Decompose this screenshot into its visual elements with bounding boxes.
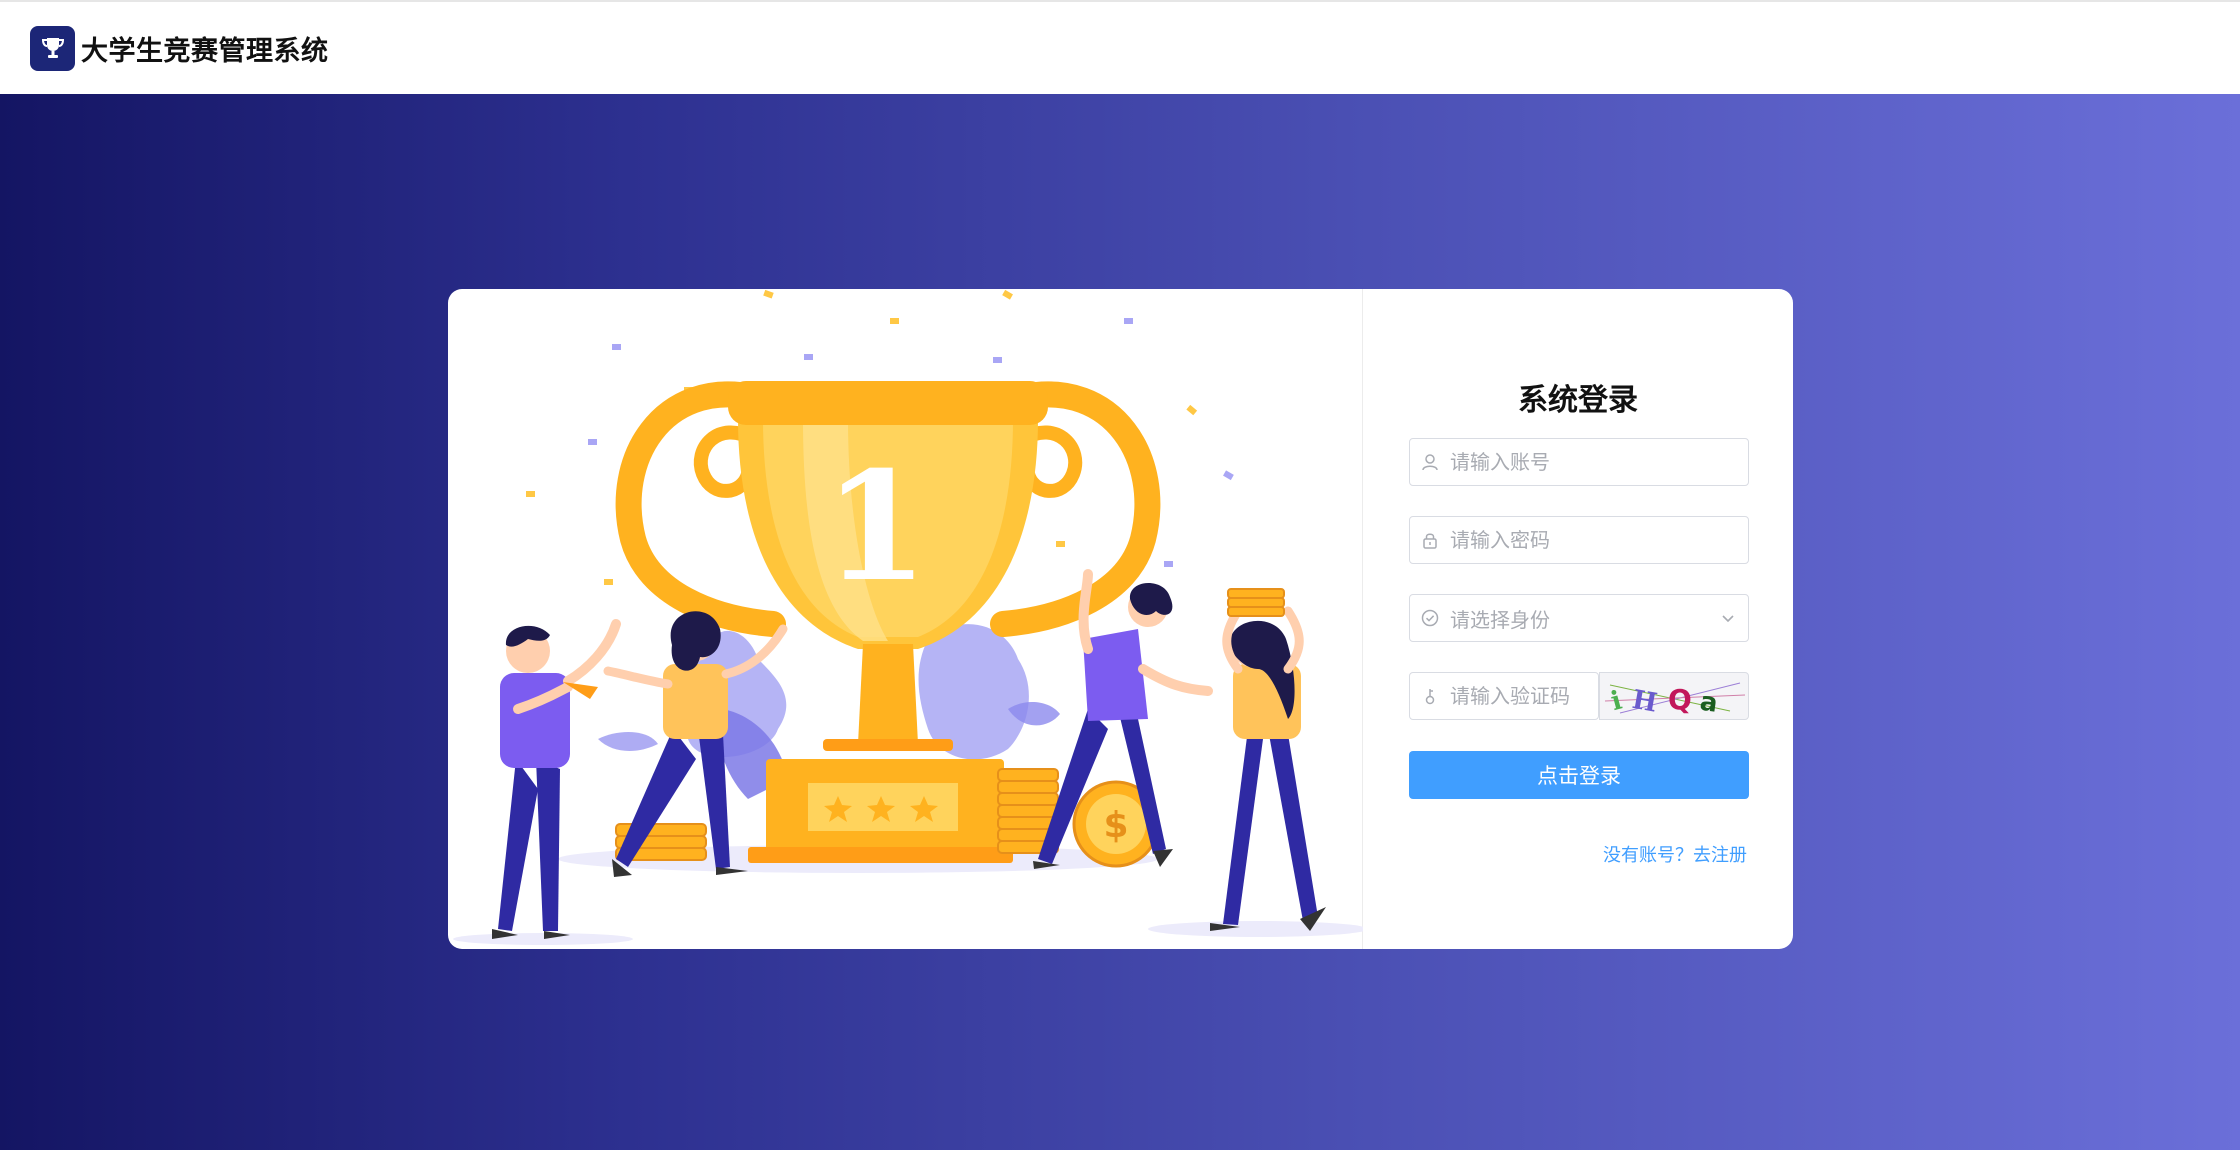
role-select[interactable]: 请选择身份	[1409, 594, 1749, 642]
top-bar: 大学生竞赛管理系统	[0, 0, 2240, 94]
password-input[interactable]	[1450, 518, 1748, 562]
account-field[interactable]	[1409, 438, 1749, 486]
person-woman-coins	[1210, 588, 1326, 931]
svg-text:i: i	[1608, 686, 1625, 718]
chevron-down-icon[interactable]	[1708, 610, 1748, 626]
captcha-field[interactable]	[1409, 672, 1699, 720]
password-field[interactable]	[1409, 516, 1749, 564]
trophy-logo-icon	[30, 25, 75, 71]
key-icon	[1410, 673, 1450, 719]
lock-icon	[1410, 517, 1450, 563]
login-title: 系统登录	[1518, 383, 1638, 418]
app-title: 大学生竞赛管理系统	[81, 35, 329, 67]
role-placeholder: 请选择身份	[1450, 607, 1550, 632]
login-button[interactable]: 点击登录	[1409, 751, 1749, 799]
svg-text:H: H	[1630, 685, 1659, 719]
login-card: 1 $ 系统登录 请输入账号 请选择身份 请输入验证码 i H Q a 点击登录…	[448, 289, 1793, 949]
trophy-number: 1	[824, 439, 928, 615]
trophy-illustration: 1 $	[448, 289, 1363, 949]
login-panel: 系统登录 请输入账号 请选择身份 请输入验证码 i H Q a 点击登录 没有账…	[1363, 289, 1793, 949]
user-icon	[1410, 439, 1450, 485]
svg-text:a: a	[1698, 687, 1720, 719]
person-left-man	[492, 619, 621, 939]
account-input[interactable]	[1450, 440, 1748, 484]
svg-text:Q: Q	[1668, 683, 1692, 716]
check-circle-icon	[1410, 595, 1450, 641]
svg-text:$: $	[1103, 805, 1128, 846]
captcha-image[interactable]: i H Q a	[1599, 672, 1749, 720]
register-link[interactable]: 没有账号？去注册	[1603, 841, 1747, 867]
